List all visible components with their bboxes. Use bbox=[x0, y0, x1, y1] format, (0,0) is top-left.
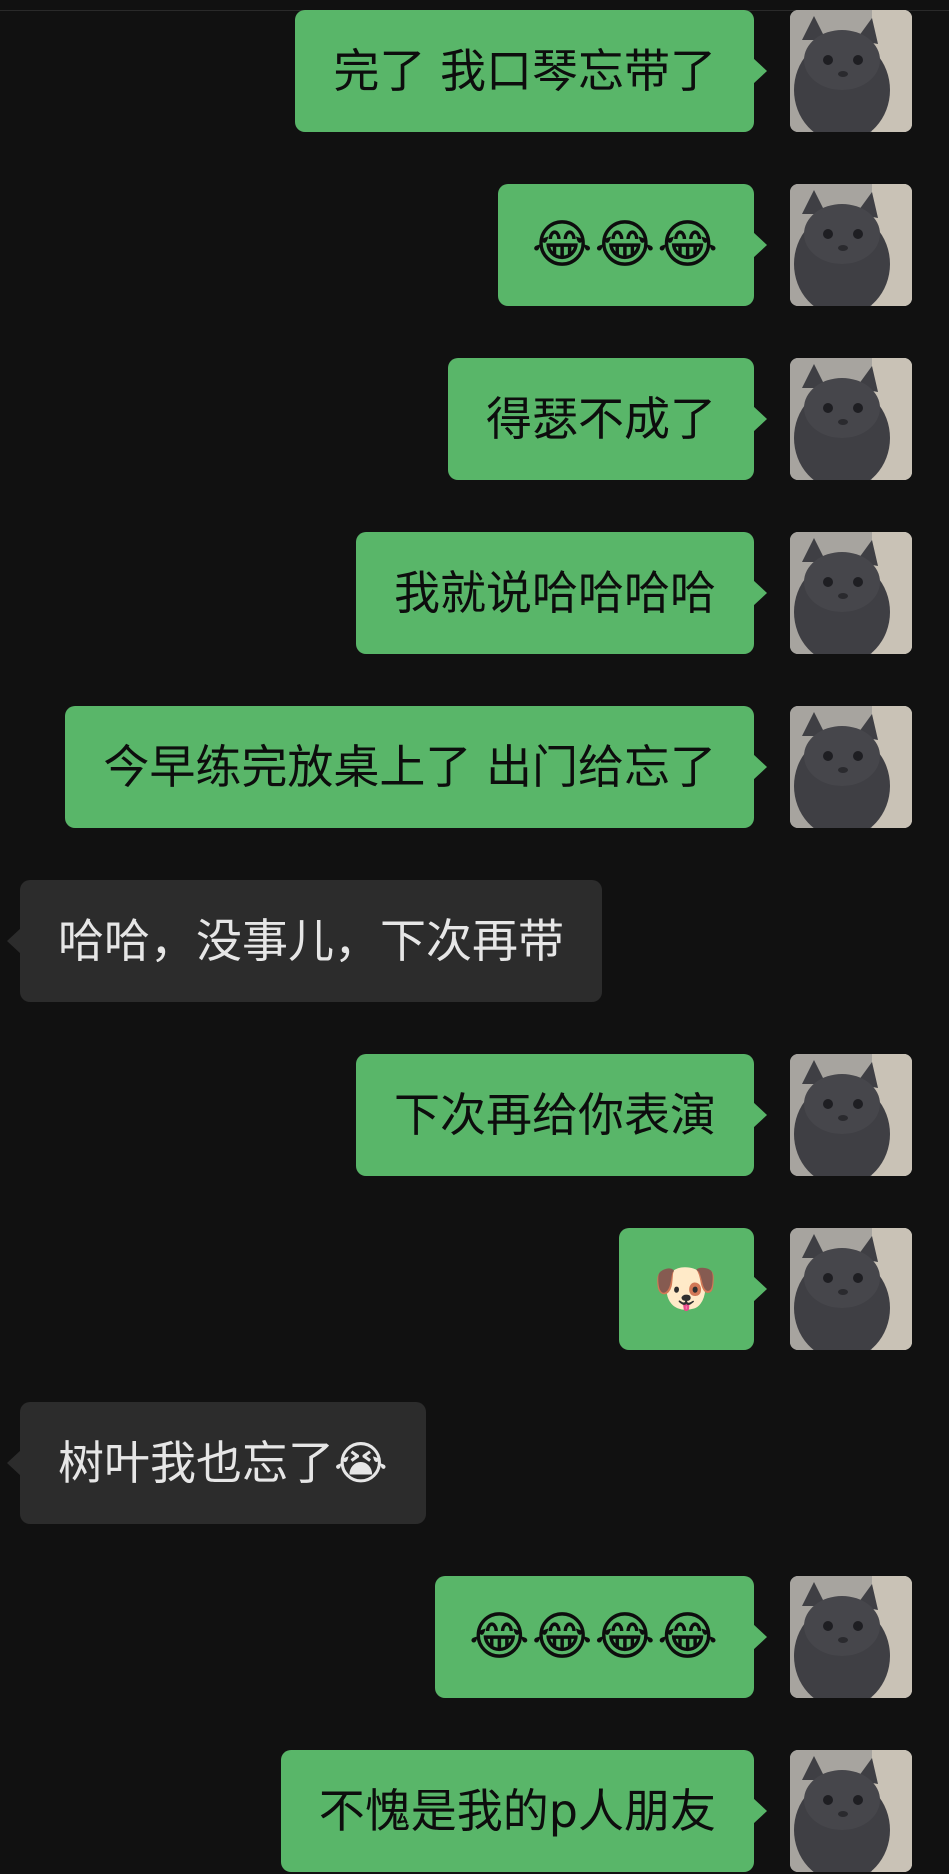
message-text: 今早练完放桌上了 出门给忘了 bbox=[103, 740, 716, 794]
message-bubble-outgoing[interactable]: 得瑟不成了 bbox=[448, 358, 767, 480]
message-bubble-outgoing[interactable]: 完了 我口琴忘带了 bbox=[295, 10, 767, 132]
message-bubble-outgoing[interactable]: 我就说哈哈哈哈 bbox=[356, 532, 767, 654]
gray-cat-avatar-icon[interactable] bbox=[790, 706, 912, 828]
message-row: 我就说哈哈哈哈 bbox=[0, 532, 949, 654]
message-text: 😂😂😂 bbox=[531, 215, 720, 275]
message-text: 🐶 bbox=[653, 1259, 720, 1319]
message-bubble-outgoing[interactable]: 今早练完放桌上了 出门给忘了 bbox=[65, 706, 767, 828]
message-row: 完了 我口琴忘带了 bbox=[0, 10, 949, 132]
message-row: 今早练完放桌上了 出门给忘了 bbox=[0, 706, 949, 828]
message-bubble-outgoing[interactable]: 😂😂😂😂 bbox=[434, 1576, 768, 1698]
gray-cat-avatar-icon[interactable] bbox=[790, 532, 912, 654]
message-bubble-outgoing[interactable]: 不愧是我的p人朋友 bbox=[280, 1750, 768, 1872]
gray-cat-avatar-icon[interactable] bbox=[790, 1576, 912, 1698]
message-bubble-incoming[interactable]: 树叶我也忘了😭 bbox=[7, 1402, 426, 1524]
message-text: 下次再给你表演 bbox=[394, 1088, 716, 1142]
gray-cat-avatar-icon[interactable] bbox=[790, 184, 912, 306]
gray-cat-avatar-icon[interactable] bbox=[790, 1750, 912, 1872]
message-text: 树叶我也忘了😭 bbox=[58, 1436, 388, 1490]
gray-cat-avatar-icon[interactable] bbox=[790, 358, 912, 480]
message-row: 😂😂😂 bbox=[0, 184, 949, 306]
message-bubble-outgoing[interactable]: 🐶 bbox=[619, 1228, 767, 1350]
message-row: 🐶 bbox=[0, 1228, 949, 1350]
message-row: 树叶我也忘了😭 bbox=[0, 1402, 949, 1524]
message-text: 不愧是我的p人朋友 bbox=[318, 1784, 716, 1838]
gray-cat-avatar-icon[interactable] bbox=[790, 1054, 912, 1176]
message-row: 😂😂😂😂 bbox=[0, 1576, 949, 1698]
gray-cat-avatar-icon[interactable] bbox=[790, 10, 912, 132]
message-row: 得瑟不成了 bbox=[0, 358, 949, 480]
message-row: 哈哈，没事儿，下次再带 bbox=[0, 880, 949, 1002]
message-row: 下次再给你表演 bbox=[0, 1054, 949, 1176]
message-text: 我就说哈哈哈哈 bbox=[394, 566, 716, 620]
message-text: 😂😂😂😂 bbox=[468, 1607, 720, 1667]
message-text: 得瑟不成了 bbox=[486, 392, 716, 446]
gray-cat-avatar-icon[interactable] bbox=[790, 1228, 912, 1350]
message-bubble-outgoing[interactable]: 下次再给你表演 bbox=[356, 1054, 767, 1176]
message-bubble-incoming[interactable]: 哈哈，没事儿，下次再带 bbox=[7, 880, 602, 1002]
message-bubble-outgoing[interactable]: 😂😂😂 bbox=[497, 184, 768, 306]
message-text: 哈哈，没事儿，下次再带 bbox=[58, 914, 564, 968]
message-text: 完了 我口琴忘带了 bbox=[333, 44, 716, 98]
message-row: 不愧是我的p人朋友 bbox=[0, 1750, 949, 1872]
